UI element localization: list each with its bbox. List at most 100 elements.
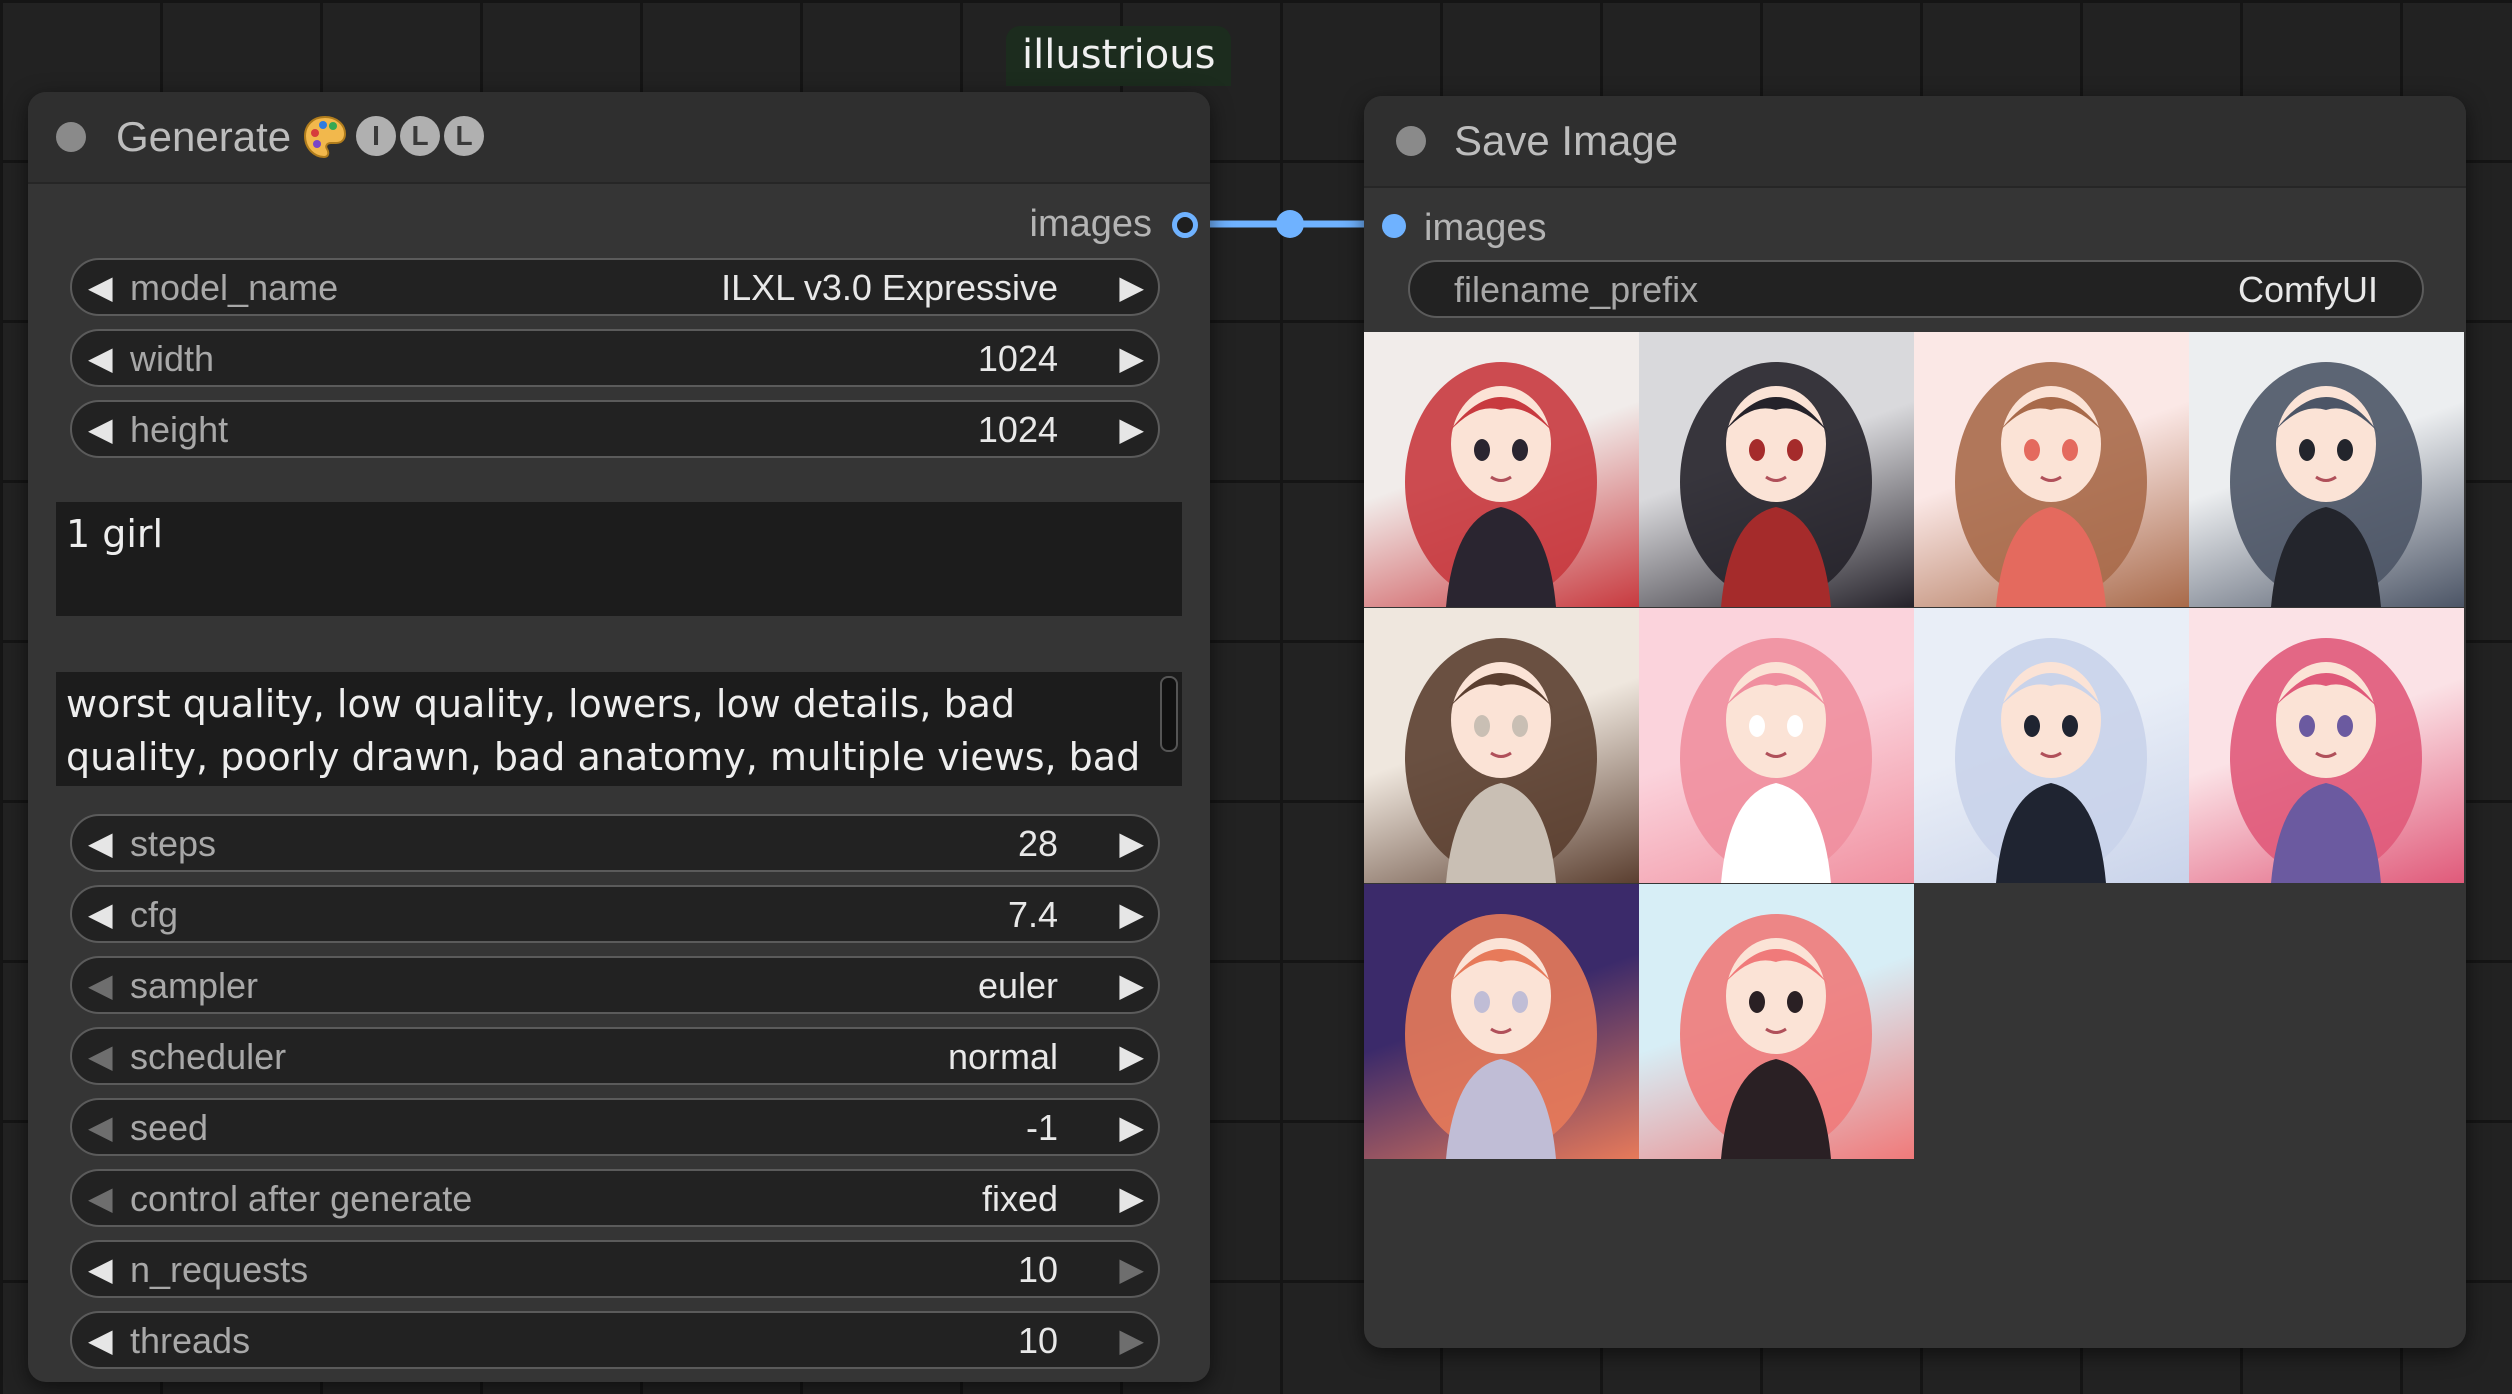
height-label: height <box>130 409 229 450</box>
increment-arrow-icon[interactable]: ▶ <box>1119 1108 1144 1146</box>
decrement-arrow-icon[interactable]: ◀ <box>88 895 113 933</box>
n-requests-widget[interactable]: ◀ n_requests 10 ▶ <box>70 1240 1160 1298</box>
anime-figure-icon <box>1405 362 1597 607</box>
preview-image-brown-hair-red-ribbon-girl[interactable] <box>1364 608 1639 883</box>
control-after-generate-value[interactable]: fixed <box>982 1180 1058 1218</box>
increment-arrow-icon[interactable]: ▶ <box>1119 824 1144 862</box>
decrement-arrow-icon[interactable]: ◀ <box>88 339 113 377</box>
increment-arrow-icon[interactable]: ▶ <box>1119 966 1144 1004</box>
decrement-arrow-icon[interactable]: ◀ <box>88 1108 113 1146</box>
cfg-value[interactable]: 7.4 <box>1008 896 1058 934</box>
cfg-widget[interactable]: ◀ cfg 7.4 ▶ <box>70 885 1160 943</box>
control-after-generate-label: control after generate <box>130 1178 473 1219</box>
increment-arrow-icon[interactable]: ▶ <box>1119 1321 1144 1359</box>
image-preview-grid <box>1364 332 2466 1162</box>
decrement-arrow-icon[interactable]: ◀ <box>88 1321 113 1359</box>
preview-image-silver-hair-sunset-girl[interactable] <box>1364 884 1639 1159</box>
preview-image-red-hair-uniform-girl[interactable] <box>1364 332 1639 607</box>
height-value[interactable]: 1024 <box>978 411 1058 449</box>
output-slot-dot[interactable] <box>1172 212 1198 238</box>
decrement-arrow-icon[interactable]: ◀ <box>88 1250 113 1288</box>
decrement-arrow-icon[interactable]: ◀ <box>88 966 113 1004</box>
node-title: Save Image <box>1454 117 1679 164</box>
save-image-node[interactable]: Save Image images filename_prefix ComfyU… <box>1364 96 2466 1348</box>
width-value[interactable]: 1024 <box>978 340 1058 378</box>
output-slot-label: images <box>1029 203 1153 245</box>
anime-figure-icon <box>1955 362 2147 607</box>
control-after-generate-widget[interactable]: ◀ control after generate fixed ▶ <box>70 1169 1160 1227</box>
anime-figure-icon <box>2230 638 2422 883</box>
n-requests-label: n_requests <box>130 1249 309 1290</box>
scheduler-widget[interactable]: ◀ scheduler normal ▶ <box>70 1027 1160 1085</box>
cfg-label: cfg <box>130 894 179 935</box>
seed-value[interactable]: -1 <box>1026 1109 1058 1147</box>
preview-image-grey-hair-black-dress-girl[interactable] <box>2189 332 2464 607</box>
model-name-widget[interactable]: ◀ model_name ILXL v3.0 Expressive ▶ <box>70 258 1160 316</box>
steps-label: steps <box>130 823 217 864</box>
positive-prompt-textarea[interactable]: 1 girl <box>56 502 1182 616</box>
negative-prompt-textarea[interactable]: worst quality, low quality, lowers, low … <box>56 672 1182 786</box>
palette-icon <box>303 115 347 159</box>
sampler-value[interactable]: euler <box>978 967 1058 1005</box>
filename-prefix-field[interactable]: filename_prefix ComfyUI <box>1408 260 2424 318</box>
increment-arrow-icon[interactable]: ▶ <box>1119 895 1144 933</box>
save-image-node-header[interactable]: Save Image <box>1364 96 2466 188</box>
width-widget[interactable]: ◀ width 1024 ▶ <box>70 329 1160 387</box>
negative-prompt-text: worst quality, low quality, lowers, low … <box>66 682 1141 779</box>
preview-image-white-hair-microphone-girl[interactable] <box>1914 608 2189 883</box>
generate-node[interactable]: Generate ILL images ◀ model_name ILXL v3.0… <box>28 92 1210 1382</box>
model-badge: L <box>400 116 440 156</box>
textarea-scrollbar[interactable] <box>1160 676 1178 752</box>
collapse-dot[interactable] <box>56 122 86 152</box>
model-badge: L <box>444 116 484 156</box>
increment-arrow-icon[interactable]: ▶ <box>1119 1250 1144 1288</box>
decrement-arrow-icon[interactable]: ◀ <box>88 410 113 448</box>
threads-widget[interactable]: ◀ threads 10 ▶ <box>70 1311 1160 1369</box>
seed-label: seed <box>130 1107 209 1148</box>
collapse-dot[interactable] <box>1396 126 1426 156</box>
sampler-label: sampler <box>130 965 259 1006</box>
n-requests-value[interactable]: 10 <box>1018 1251 1058 1289</box>
filename-prefix-label: filename_prefix <box>1454 269 1699 310</box>
preview-image-pink-hair-blue-eyes-girl[interactable] <box>1639 884 1914 1159</box>
increment-arrow-icon[interactable]: ▶ <box>1119 410 1144 448</box>
group-badge[interactable]: illustrious <box>1006 26 1232 86</box>
preview-image-black-hair-red-cape-girl[interactable] <box>1639 332 1914 607</box>
width-label: width <box>130 338 215 379</box>
link-midpoint[interactable] <box>1276 210 1304 238</box>
height-widget[interactable]: ◀ height 1024 ▶ <box>70 400 1160 458</box>
preview-image-pink-hair-maid-girl[interactable] <box>1639 608 1914 883</box>
steps-value[interactable]: 28 <box>1018 825 1058 863</box>
decrement-arrow-icon[interactable]: ◀ <box>88 1037 113 1075</box>
decrement-arrow-icon[interactable]: ◀ <box>88 268 113 306</box>
filename-prefix-value: ComfyUI <box>2237 269 2378 310</box>
anime-figure-icon <box>1680 362 1872 607</box>
increment-arrow-icon[interactable]: ▶ <box>1119 339 1144 377</box>
increment-arrow-icon[interactable]: ▶ <box>1119 1179 1144 1217</box>
steps-widget[interactable]: ◀ steps 28 ▶ <box>70 814 1160 872</box>
preview-image-pink-hair-cat-girl[interactable] <box>2189 608 2464 883</box>
threads-label: threads <box>130 1320 251 1361</box>
anime-figure-icon <box>1405 638 1597 883</box>
model-badges: ILL <box>356 116 484 156</box>
scheduler-label: scheduler <box>130 1036 287 1077</box>
decrement-arrow-icon[interactable]: ◀ <box>88 824 113 862</box>
preview-image-cat-ear-brown-hair-girl[interactable] <box>1914 332 2189 607</box>
increment-arrow-icon[interactable]: ▶ <box>1119 268 1144 306</box>
seed-widget[interactable]: ◀ seed -1 ▶ <box>70 1098 1160 1156</box>
sampler-widget[interactable]: ◀ sampler euler ▶ <box>70 956 1160 1014</box>
model-name-value[interactable]: ILXL v3.0 Expressive <box>721 269 1058 307</box>
increment-arrow-icon[interactable]: ▶ <box>1119 1037 1144 1075</box>
anime-figure-icon <box>1955 638 2147 883</box>
anime-figure-icon <box>1680 638 1872 883</box>
input-slot-dot[interactable] <box>1382 214 1406 238</box>
scheduler-value[interactable]: normal <box>948 1038 1058 1076</box>
input-slot-label: images <box>1424 207 1547 249</box>
model-badge: I <box>356 116 396 156</box>
model-name-label: model_name <box>130 267 339 308</box>
generate-node-header[interactable]: Generate ILL <box>28 92 1210 184</box>
anime-figure-icon <box>1405 914 1597 1159</box>
decrement-arrow-icon[interactable]: ◀ <box>88 1179 113 1217</box>
threads-value[interactable]: 10 <box>1018 1322 1058 1360</box>
anime-figure-icon <box>1680 914 1872 1159</box>
